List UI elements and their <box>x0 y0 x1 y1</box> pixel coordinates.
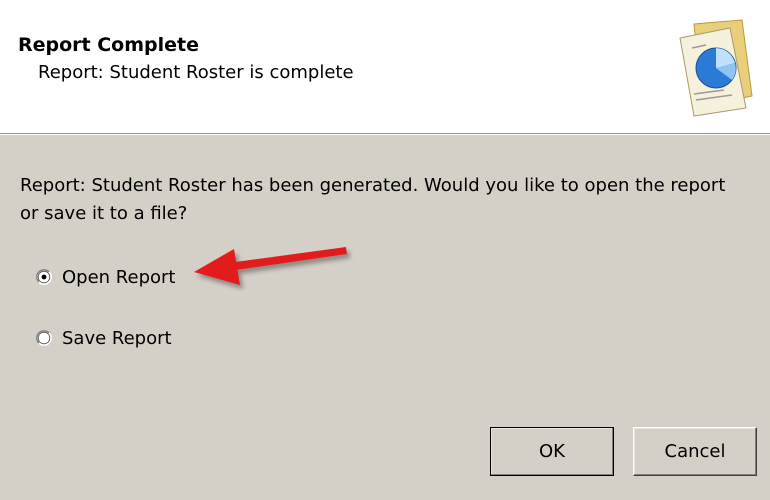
cancel-button[interactable]: Cancel <box>633 427 757 476</box>
dialog-title: Report Complete <box>18 34 200 56</box>
header-separator <box>0 133 770 135</box>
red-arrow-icon <box>188 233 353 291</box>
ok-button[interactable]: OK <box>490 427 614 476</box>
open-report-option[interactable]: Open Report <box>36 264 175 290</box>
open-report-radio[interactable] <box>36 269 52 285</box>
report-complete-dialog: Report Complete Report: Student Roster i… <box>0 0 770 500</box>
save-report-option[interactable]: Save Report <box>36 325 172 351</box>
dialog-header: Report Complete Report: Student Roster i… <box>0 0 770 133</box>
dialog-subtitle: Report: Student Roster is complete <box>38 62 354 83</box>
report-document-icon <box>672 18 758 118</box>
save-report-label[interactable]: Save Report <box>62 328 172 349</box>
open-report-label[interactable]: Open Report <box>62 267 175 288</box>
dialog-message: Report: Student Roster has been generate… <box>20 175 726 224</box>
save-report-radio[interactable] <box>36 330 52 346</box>
